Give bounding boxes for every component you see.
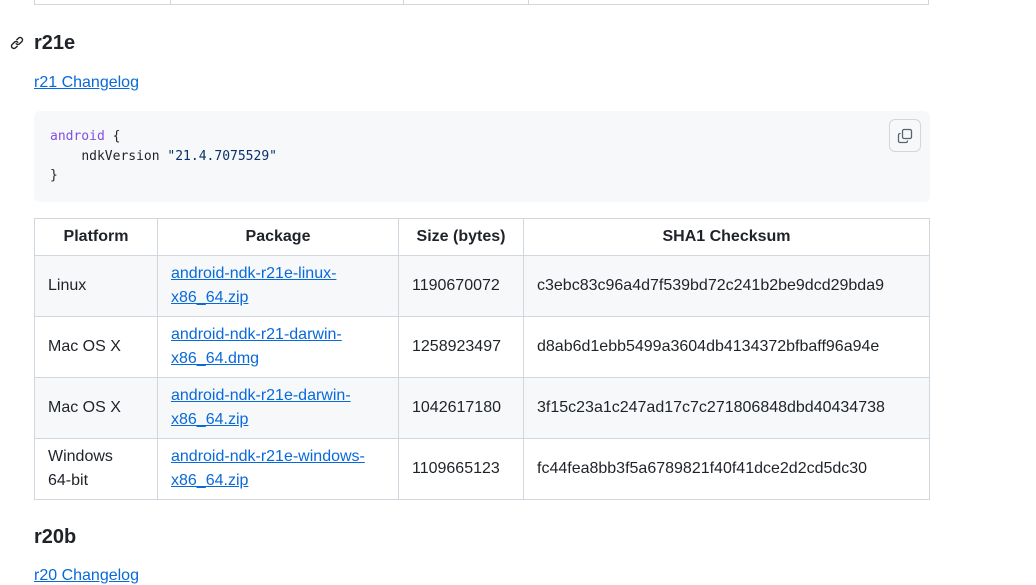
package-link-line: x86_64.dmg [171, 350, 260, 367]
copy-icon [897, 128, 913, 143]
r21-changelog-link[interactable]: r21 Changelog [34, 74, 139, 92]
package-link-line: android-ndk-r21-darwin- [171, 326, 342, 343]
table-row: Mac OS X android-ndk-r21-darwin-x86_64.d… [34, 316, 930, 378]
table-row: Mac OS X android-ndk-r21e-darwin-x86_64.… [34, 377, 930, 439]
platform-cell: Mac OS X [34, 377, 158, 439]
sha1-cell: 3f15c23a1c247ad17c7c271806848dbd40434738 [523, 377, 930, 439]
platform-line: 64-bit [48, 472, 89, 489]
header-size: Size (bytes) [398, 218, 524, 256]
header-package: Package [157, 218, 399, 256]
header-platform: Platform [34, 218, 158, 256]
previous-table-divider [528, 0, 529, 4]
previous-table-divider [403, 0, 404, 4]
platform-line: Windows [48, 448, 113, 465]
platform-cell: Mac OS X [34, 316, 158, 378]
code-property: ndkVersion [81, 148, 168, 164]
package-download-link[interactable]: android-ndk-r21-darwin-x86_64.dmg [171, 326, 342, 367]
platform-cell: Windows 64-bit [34, 438, 158, 500]
package-cell: android-ndk-r21e-darwin-x86_64.zip [157, 377, 399, 439]
copy-button[interactable] [889, 119, 921, 152]
package-link-line: android-ndk-r21e-windows- [171, 448, 365, 465]
code-keyword: android [50, 129, 105, 144]
previous-table-bottom [34, 0, 929, 5]
code-close-brace: } [50, 168, 58, 183]
previous-table-divider [170, 0, 171, 4]
sha1-cell: d8ab6d1ebb5499a3604db4134372bfbaff96a94e [523, 316, 930, 378]
section-heading-r20b: r20b [34, 526, 77, 548]
section-heading-r21e: r21e [34, 32, 76, 54]
code-content: android { ndkVersion "21.4.7075529" } [50, 127, 277, 186]
size-cell: 1258923497 [398, 316, 524, 378]
package-download-link[interactable]: android-ndk-r21e-darwin-x86_64.zip [171, 387, 351, 428]
package-cell: android-ndk-r21-darwin-x86_64.dmg [157, 316, 399, 378]
package-link-line: android-ndk-r21e-linux- [171, 265, 337, 282]
code-block: android { ndkVersion "21.4.7075529" } [34, 111, 930, 202]
code-open-brace: { [104, 129, 121, 144]
sha1-cell: c3ebc83c96a4d7f539bd72c241b2be9dcd29bda9 [523, 255, 930, 317]
package-link-line: x86_64.zip [171, 289, 249, 306]
package-download-link[interactable]: android-ndk-r21e-windows-x86_64.zip [171, 448, 365, 489]
size-cell: 1042617180 [398, 377, 524, 439]
ndk-downloads-table: Platform Package Size (bytes) SHA1 Check… [34, 218, 930, 500]
package-cell: android-ndk-r21e-windows-x86_64.zip [157, 438, 399, 500]
package-link-line: x86_64.zip [171, 472, 249, 489]
code-string: "21.4.7075529" [167, 148, 277, 164]
header-sha1: SHA1 Checksum [523, 218, 930, 256]
size-cell: 1190670072 [398, 255, 524, 317]
table-row: Linux android-ndk-r21e-linux-x86_64.zip … [34, 255, 930, 317]
package-download-link[interactable]: android-ndk-r21e-linux-x86_64.zip [171, 265, 336, 306]
size-cell: 1109665123 [398, 438, 524, 500]
package-link-line: android-ndk-r21e-darwin- [171, 387, 351, 404]
r20-changelog-link[interactable]: r20 Changelog [34, 567, 139, 585]
table-row: Windows 64-bit android-ndk-r21e-windows-x… [34, 438, 930, 500]
platform-cell: Linux [34, 255, 158, 317]
link-icon[interactable] [9, 35, 25, 51]
package-cell: android-ndk-r21e-linux-x86_64.zip [157, 255, 399, 317]
sha1-cell: fc44fea8bb3f5a6789821f40f41dce2d2cd5dc30 [523, 438, 930, 500]
table-header-row: Platform Package Size (bytes) SHA1 Check… [34, 218, 930, 256]
package-link-line: x86_64.zip [171, 411, 249, 428]
